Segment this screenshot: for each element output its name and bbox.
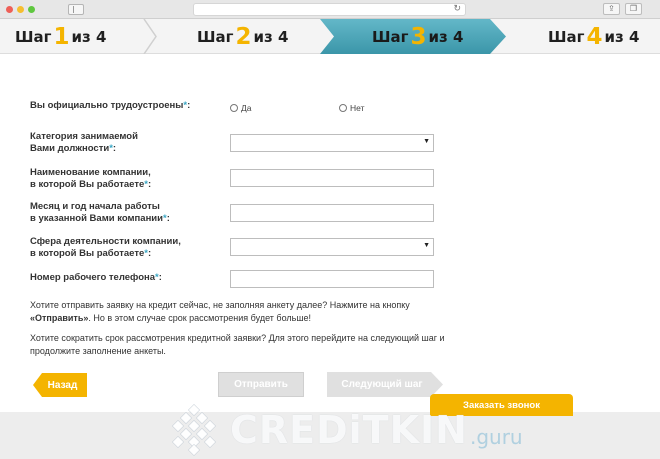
employed-no-radio[interactable] xyxy=(339,104,347,112)
start-date-label: Месяц и год начала работы в указанной Ва… xyxy=(30,201,170,224)
send-now-emphasis: «Отправить» xyxy=(30,312,89,323)
phone-label: Номер рабочего телефона*: xyxy=(30,272,162,283)
watermark-logo-icon xyxy=(171,404,217,456)
work-phone-input[interactable] xyxy=(230,270,434,288)
sphere-select[interactable]: ▼ xyxy=(230,238,434,256)
step-2: Шаг 2 из 4 xyxy=(150,19,320,54)
step-2-prefix: Шаг xyxy=(197,27,234,46)
sphere-label: Сфера деятельности компании, в которой В… xyxy=(30,236,181,259)
watermark-brand: CREDiTKIN xyxy=(230,408,468,452)
step-2-number: 2 xyxy=(235,23,252,50)
back-button[interactable]: Назад xyxy=(33,373,87,397)
chevron-down-icon: ▼ xyxy=(423,242,430,249)
minimize-window-icon[interactable] xyxy=(17,6,24,13)
zoom-window-icon[interactable] xyxy=(28,6,35,13)
step-progress-bar: Шаг 1 из 4 Шаг 2 из 4 Шаг 3 из 4 Шаг 4 и… xyxy=(0,19,660,54)
step-4: Шаг 4 из 4 xyxy=(506,19,660,54)
company-input[interactable] xyxy=(230,169,434,187)
company-label: Наименование компании, в которой Вы рабо… xyxy=(30,167,152,190)
step-2-suffix: из 4 xyxy=(253,27,289,46)
close-window-icon[interactable] xyxy=(6,6,13,13)
send-now-info: Хотите отправить заявку на кредит сейчас… xyxy=(30,300,410,323)
step-4-number: 4 xyxy=(586,23,603,50)
tabs-overview-icon[interactable]: ❐ xyxy=(625,3,642,15)
next-step-info: Хотите сократить срок рассмотрения креди… xyxy=(30,333,445,356)
employed-label: Вы официально трудоустроены*: xyxy=(30,100,191,111)
step-3-number: 3 xyxy=(410,23,427,50)
sidebar-toggle-icon[interactable] xyxy=(68,4,84,15)
step-4-suffix: из 4 xyxy=(604,27,640,46)
address-bar[interactable]: ↻ xyxy=(193,3,466,16)
step-3-prefix: Шаг xyxy=(372,27,409,46)
position-select[interactable]: ▼ xyxy=(230,134,434,152)
employed-yes-label: Да xyxy=(241,103,252,113)
position-label: Категория занимаемой Вами должности*: xyxy=(30,131,138,154)
step-1-suffix: из 4 xyxy=(71,27,107,46)
employed-no-label: Нет xyxy=(350,103,365,113)
step-3-active: Шаг 3 из 4 xyxy=(320,19,506,54)
browser-toolbar: ↻ ⇪ ❐ xyxy=(0,0,660,19)
next-step-button[interactable]: Следующий шаг xyxy=(327,372,443,397)
step-4-prefix: Шаг xyxy=(548,27,585,46)
employed-yes-radio[interactable] xyxy=(230,104,238,112)
start-date-input[interactable] xyxy=(230,204,434,222)
chevron-down-icon: ▼ xyxy=(423,138,430,145)
step-1-prefix: Шаг xyxy=(15,27,52,46)
watermark-suffix: .guru xyxy=(469,425,523,449)
step-1-number: 1 xyxy=(53,23,70,50)
send-button[interactable]: Отправить xyxy=(218,372,304,397)
step-3-suffix: из 4 xyxy=(428,27,464,46)
watermark: CREDiTKIN .guru xyxy=(168,401,523,459)
reload-icon[interactable]: ↻ xyxy=(453,3,461,14)
step-1: Шаг 1 из 4 xyxy=(0,19,150,54)
share-icon[interactable]: ⇪ xyxy=(603,3,620,15)
